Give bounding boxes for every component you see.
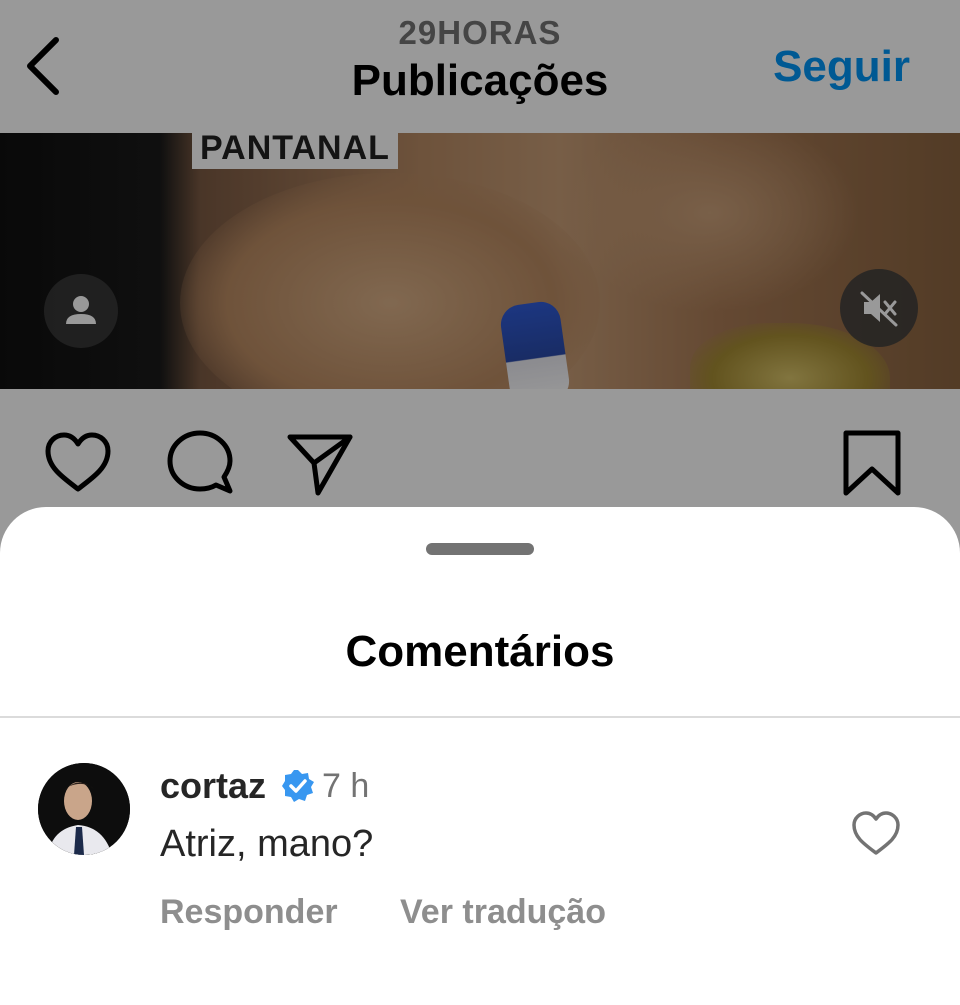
avatar[interactable] <box>38 763 130 855</box>
comment-timestamp: 7 h <box>322 767 370 805</box>
verified-badge-icon <box>282 770 314 802</box>
avatar-photo <box>38 763 130 855</box>
see-translation-button[interactable]: Ver tradução <box>400 893 606 932</box>
sheet-title: Comentários <box>345 627 615 676</box>
comment-item: cortaz 7 h Atriz, mano? Responder Ver tr… <box>0 747 960 937</box>
comment-text: Atriz, mano? <box>160 823 374 865</box>
divider <box>0 716 960 718</box>
sheet-drag-handle[interactable] <box>426 543 534 555</box>
comment-username[interactable]: cortaz <box>160 765 266 807</box>
screen: 29HORAS Publicações Seguir PANTANAL Come… <box>0 0 960 1005</box>
comment-heart-icon[interactable] <box>850 809 902 857</box>
comments-sheet: Comentários cortaz 7 h Atriz, mano? Resp… <box>0 507 960 1005</box>
reply-button[interactable]: Responder <box>160 893 338 932</box>
